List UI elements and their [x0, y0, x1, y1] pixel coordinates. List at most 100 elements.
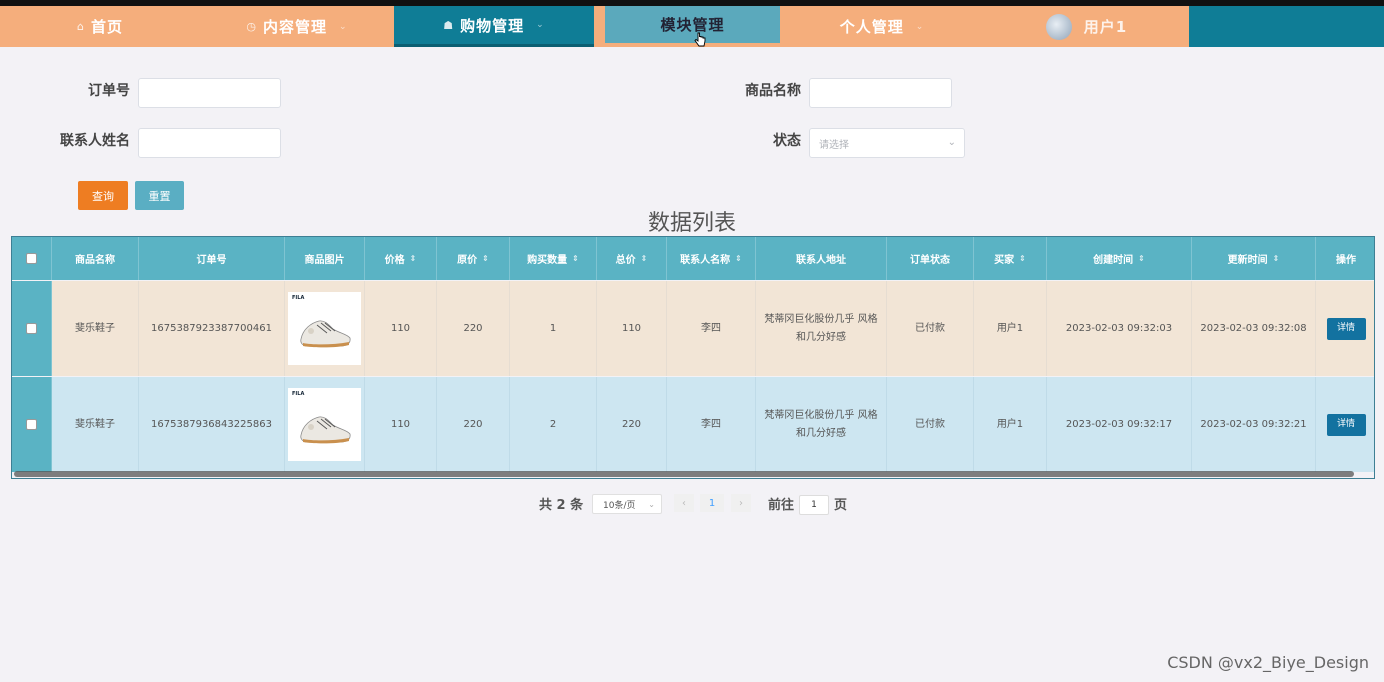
nav-content[interactable]: ◷ 内容管理 ⌄: [200, 6, 394, 47]
cell-price: 110: [365, 281, 437, 376]
col-price[interactable]: 价格 ⇕: [365, 237, 437, 280]
chevron-down-icon: ⌄: [947, 137, 956, 148]
detail-button[interactable]: 详情: [1326, 413, 1366, 436]
prev-page-button[interactable]: ‹: [674, 494, 694, 512]
sort-icon[interactable]: ⇕: [482, 254, 489, 263]
nav-personal[interactable]: 个人管理 ⌄: [780, 6, 984, 47]
chevron-down-icon: ⌄: [915, 21, 925, 32]
col-order-no: 订单号: [139, 237, 285, 280]
nav-module-label: 模块管理: [660, 16, 725, 34]
col-updated-label: 更新时间: [1227, 255, 1268, 266]
order-no-input[interactable]: [138, 78, 281, 108]
col-address: 联系人地址: [756, 237, 887, 280]
cell-quantity: 2: [510, 377, 597, 472]
cell-status: 已付款: [887, 281, 974, 376]
sort-icon[interactable]: ⇕: [1019, 254, 1026, 263]
total-suffix: 条: [570, 498, 584, 513]
product-image[interactable]: FILA: [288, 388, 361, 461]
cell-address: 梵蒂冈巨化股份几乎 风格和几分好感: [756, 281, 887, 376]
col-total[interactable]: 总价 ⇕: [597, 237, 667, 280]
status-label: 状态: [773, 133, 801, 149]
col-buyer[interactable]: 买家 ⇕: [974, 237, 1047, 280]
sort-icon[interactable]: ⇕: [1138, 254, 1145, 263]
page-size-value: 10条/页: [603, 500, 636, 511]
goto-suffix: 页: [834, 498, 848, 513]
col-status: 订单状态: [887, 237, 974, 280]
status-select[interactable]: 请选择 ⌄: [809, 128, 965, 158]
col-created[interactable]: 创建时间 ⇕: [1047, 237, 1192, 280]
cell-buyer: 用户1: [974, 281, 1047, 376]
page-size-select[interactable]: 10条/页 ⌄: [592, 494, 662, 514]
product-image[interactable]: FILA: [288, 292, 361, 365]
product-name-label: 商品名称: [745, 83, 801, 99]
nav-module[interactable]: 模块管理: [605, 6, 780, 43]
cell-action: 详情: [1316, 377, 1374, 472]
order-no-label: 订单号: [88, 83, 130, 99]
chevron-down-icon: ⌄: [339, 21, 348, 32]
cell-quantity: 1: [510, 281, 597, 376]
col-quantity[interactable]: 购买数量 ⇕: [510, 237, 597, 280]
goto-label: 前往: [768, 498, 795, 513]
row-checkbox[interactable]: [26, 419, 37, 430]
detail-button[interactable]: 详情: [1326, 317, 1366, 340]
cell-product: 斐乐鞋子: [52, 281, 139, 376]
chevron-right-icon: ›: [739, 497, 743, 509]
col-total-label: 总价: [615, 255, 636, 266]
row-select-cell: [12, 377, 52, 472]
col-action-label: 操作: [1336, 255, 1356, 266]
home-icon: ⌂: [77, 20, 85, 33]
col-quantity-label: 购买数量: [527, 255, 568, 266]
product-name-input[interactable]: [809, 78, 952, 108]
cell-updated: 2023-02-03 09:32:08: [1192, 281, 1316, 376]
col-price-label: 价格: [384, 255, 405, 266]
nav-user[interactable]: 用户1: [984, 6, 1189, 47]
cell-updated: 2023-02-03 09:32:21: [1192, 377, 1316, 472]
col-contact-label: 联系人名称: [680, 255, 731, 266]
page-number-1[interactable]: 1: [700, 494, 724, 512]
next-page-button[interactable]: ›: [731, 494, 751, 512]
cell-order-no: 1675387923387700461: [139, 281, 285, 376]
row-checkbox[interactable]: [26, 323, 37, 334]
nav-content-label: 内容管理: [263, 18, 328, 36]
horizontal-scrollbar[interactable]: [14, 471, 1354, 477]
col-original-price[interactable]: 原价 ⇕: [437, 237, 510, 280]
cell-original-price: 220: [437, 281, 510, 376]
sort-icon[interactable]: ⇕: [572, 254, 579, 263]
sort-icon[interactable]: ⇕: [641, 254, 648, 263]
nav-shopping[interactable]: ☗ 购物管理 ⌄: [394, 6, 594, 47]
cell-created: 2023-02-03 09:32:03: [1047, 281, 1192, 376]
col-status-label: 订单状态: [910, 255, 950, 266]
nav-home-label: 首页: [90, 18, 123, 36]
chevron-down-icon: ⌄: [648, 500, 655, 509]
cell-product: 斐乐鞋子: [52, 377, 139, 472]
cell-created: 2023-02-03 09:32:17: [1047, 377, 1192, 472]
shoe-image-icon: [300, 320, 351, 348]
cell-total: 220: [597, 377, 667, 472]
sort-icon[interactable]: ⇕: [410, 254, 417, 263]
cell-buyer: 用户1: [974, 377, 1047, 472]
brand-label: FILA: [292, 391, 305, 397]
contact-name-input[interactable]: [138, 128, 281, 158]
sort-icon[interactable]: ⇕: [735, 254, 742, 263]
watermark: CSDN @vx2_Biye_Design: [1167, 653, 1369, 672]
total-prefix: 共: [539, 498, 553, 513]
sort-icon[interactable]: ⇕: [1273, 254, 1280, 263]
cell-address: 梵蒂冈巨化股份几乎 风格和几分好感: [756, 377, 887, 472]
table-row: 斐乐鞋子 1675387923387700461 FILA 110 220 1 …: [12, 281, 1374, 376]
select-all-checkbox[interactable]: [26, 253, 37, 264]
nav-home[interactable]: ⌂ 首页: [0, 6, 200, 47]
col-original-price-label: 原价: [457, 255, 478, 266]
col-updated[interactable]: 更新时间 ⇕: [1192, 237, 1316, 280]
chevron-down-icon: ⌄: [536, 20, 545, 30]
nav-personal-label: 个人管理: [839, 18, 904, 36]
col-product: 商品名称: [52, 237, 139, 280]
lock-icon: ☗: [443, 18, 455, 32]
cell-order-no: 1675387936843225863: [139, 377, 285, 472]
cell-contact: 李四: [667, 281, 756, 376]
cell-status: 已付款: [887, 377, 974, 472]
goto-page-input[interactable]: 1: [799, 495, 829, 515]
top-nav: ⌂ 首页 ◷ 内容管理 ⌄ ☗ 购物管理 ⌄ 模块管理 个人管理 ⌄ 用户1: [0, 6, 1384, 47]
col-contact[interactable]: 联系人名称 ⇕: [667, 237, 756, 280]
contact-name-label: 联系人姓名: [60, 133, 130, 149]
nav-shopping-label: 购物管理: [460, 16, 525, 35]
